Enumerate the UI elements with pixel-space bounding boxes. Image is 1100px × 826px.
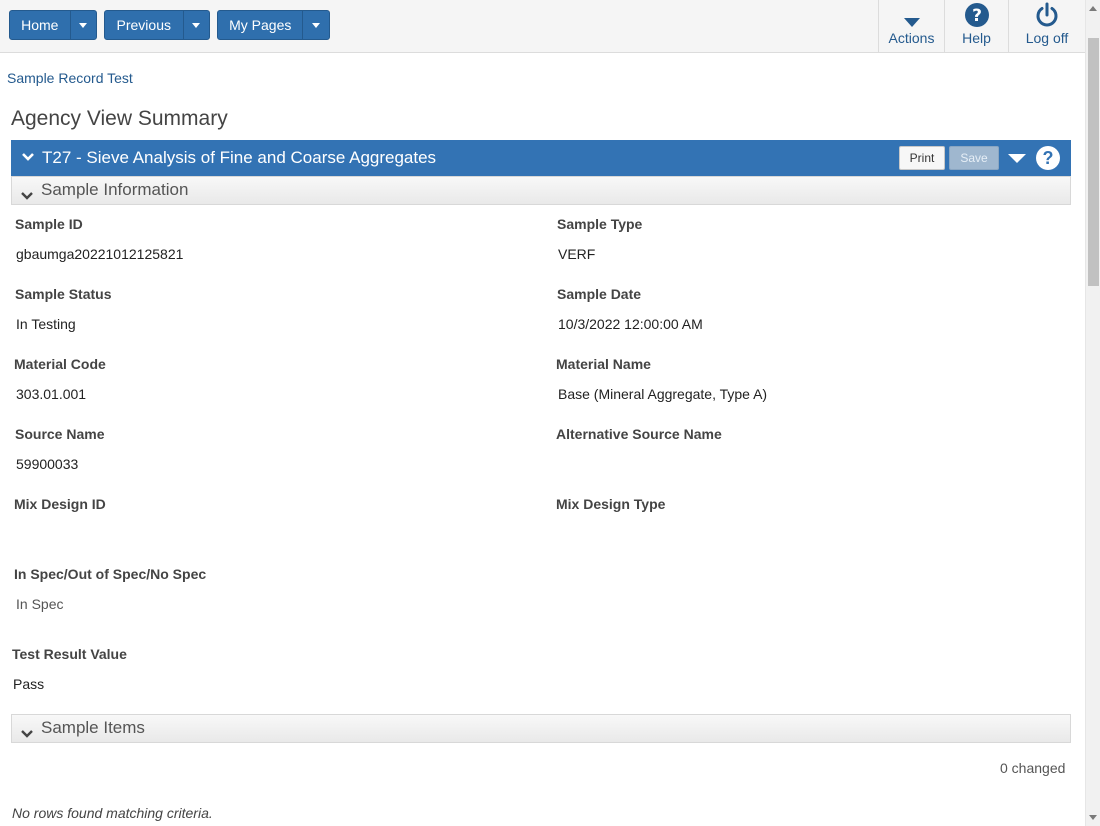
mypages-button[interactable]: My Pages (218, 11, 304, 39)
sample-type-value: VERF (558, 246, 596, 262)
previous-button-group: Previous (104, 10, 210, 40)
mypages-button-group: My Pages (217, 10, 330, 40)
home-button[interactable]: Home (10, 11, 71, 39)
sample-information-section-header[interactable]: Sample Information (11, 176, 1071, 205)
home-dropdown-button[interactable] (71, 11, 96, 39)
caret-down-icon (192, 22, 201, 28)
previous-dropdown-button[interactable] (184, 11, 210, 39)
chevron-down-icon (20, 186, 34, 206)
help-link[interactable]: ? Help (944, 0, 1008, 52)
power-icon (1009, 0, 1085, 28)
sample-items-section-header[interactable]: Sample Items (11, 714, 1071, 743)
svg-text:?: ? (972, 6, 982, 26)
help-label: Help (962, 30, 991, 46)
help-icon: ? (945, 0, 1008, 28)
alt-source-name-label: Alternative Source Name (556, 426, 722, 442)
scrollbar-thumb[interactable] (1088, 38, 1099, 286)
sample-id-value: gbaumga20221012125821 (16, 246, 184, 262)
logoff-link[interactable]: Log off (1008, 0, 1085, 52)
spec-status-value: In Spec (16, 596, 64, 612)
chevron-down-icon (20, 724, 34, 744)
spec-status-label: In Spec/Out of Spec/No Spec (14, 566, 207, 582)
test-result-label: Test Result Value (12, 646, 127, 662)
breadcrumb-link[interactable]: Sample Record Test (7, 70, 133, 86)
top-toolbar: Home Previous My Pages Actions ? Help Lo… (0, 0, 1085, 53)
material-code-label: Material Code (14, 356, 106, 372)
save-button[interactable]: Save (949, 146, 999, 170)
sample-date-label: Sample Date (557, 286, 642, 302)
sample-date-value: 10/3/2022 12:00:00 AM (558, 316, 703, 332)
print-button[interactable]: Print (899, 146, 945, 170)
section-title: Sample Information (41, 180, 189, 199)
sample-type-label: Sample Type (557, 216, 643, 232)
sample-status-value: In Testing (16, 316, 76, 332)
mix-design-type-label: Mix Design Type (556, 496, 666, 512)
panel-help-icon[interactable]: ? (1036, 146, 1060, 170)
chevron-down-icon[interactable] (21, 150, 35, 168)
source-name-value: 59900033 (16, 456, 79, 472)
sample-status-label: Sample Status (15, 286, 112, 302)
material-name-label: Material Name (556, 356, 651, 372)
mix-design-id-label: Mix Design ID (14, 496, 106, 512)
caret-down-icon (312, 22, 321, 28)
empty-state-message: No rows found matching criteria. (12, 805, 213, 821)
sample-id-label: Sample ID (15, 216, 83, 232)
actions-menu[interactable]: Actions (878, 0, 944, 52)
mypages-dropdown-button[interactable] (303, 11, 329, 39)
scroll-down-icon[interactable] (1089, 815, 1097, 820)
section-title: Sample Items (41, 718, 145, 737)
page-title: Agency View Summary (11, 107, 228, 130)
caret-down-icon (879, 0, 944, 28)
source-name-label: Source Name (15, 426, 105, 442)
logoff-label: Log off (1025, 30, 1069, 46)
actions-label: Actions (888, 30, 935, 46)
caret-down-icon (79, 22, 88, 28)
home-button-group: Home (9, 10, 97, 40)
material-code-value: 303.01.001 (16, 386, 87, 402)
caret-down-icon[interactable] (1008, 154, 1026, 163)
previous-button[interactable]: Previous (105, 11, 184, 39)
changed-count: 0 changed (1000, 760, 1066, 776)
test-panel-title: T27 - Sieve Analysis of Fine and Coarse … (42, 148, 437, 167)
test-panel-header: T27 - Sieve Analysis of Fine and Coarse … (11, 140, 1071, 176)
material-name-value: Base (Mineral Aggregate, Type A) (558, 386, 768, 402)
scroll-up-icon[interactable] (1089, 6, 1097, 11)
test-result-value: Pass (13, 676, 45, 692)
vertical-scrollbar[interactable] (1085, 0, 1100, 826)
